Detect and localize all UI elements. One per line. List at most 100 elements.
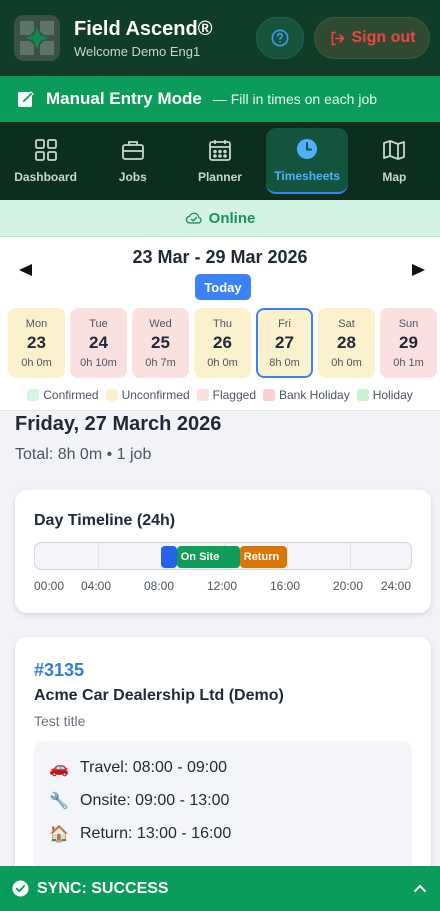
connection-status: Online xyxy=(0,200,440,237)
legend-label: Bank Holiday xyxy=(279,388,350,402)
nav-label: Planner xyxy=(197,170,242,184)
day-list: Mon 23 0h 0m Tue 24 0h 10m Wed 25 0h 7m … xyxy=(8,308,437,378)
day-timeline-card: Day Timeline (24h) On Site Return 00:00 04… xyxy=(15,490,431,613)
day-cell-thu[interactable]: Thu 26 0h 0m xyxy=(194,308,251,378)
nav-map[interactable]: Map xyxy=(353,128,435,194)
day-name: Sun xyxy=(398,317,419,330)
legend-item: Confirmed xyxy=(27,388,99,402)
day-cell-tue[interactable]: Tue 24 0h 10m xyxy=(70,308,127,378)
timeline-segment: On Site xyxy=(176,546,240,568)
day-name: Sat xyxy=(338,317,355,330)
week-range: 23 Mar - 29 Mar 2026 xyxy=(132,247,308,267)
day-cell-mon[interactable]: Mon 23 0h 0m xyxy=(8,308,65,378)
grid-icon xyxy=(34,139,57,161)
job-card[interactable]: #3135 Acme Car Dealership Ltd (Demo) Tes… xyxy=(15,637,431,897)
prev-week-button[interactable] xyxy=(18,263,33,282)
car-icon: 🚗 xyxy=(49,760,69,777)
travel-time-text: Travel: 08:00 - 09:00 xyxy=(80,759,228,776)
map-icon xyxy=(383,140,406,160)
day-date: 27 xyxy=(275,332,294,352)
sign-out-label: Sign out xyxy=(351,29,416,46)
cloud-check-icon xyxy=(185,212,202,224)
timeline-title: Day Timeline (24h) xyxy=(34,512,176,529)
legend-label: Unconfirmed xyxy=(121,388,190,402)
triangle-right-icon xyxy=(412,264,425,276)
day-date: 24 xyxy=(89,332,108,352)
legend-swatch xyxy=(105,389,118,401)
question-circle-icon xyxy=(271,29,289,47)
timeline-gridline xyxy=(287,543,288,569)
nav-planner[interactable]: Planner xyxy=(179,128,261,194)
timeline-track: On Site Return xyxy=(34,542,412,570)
day-hours: 0h 0m xyxy=(207,356,238,369)
wrench-icon: 🔧 xyxy=(49,793,69,810)
status-label: Online xyxy=(208,209,256,227)
nav-label: Jobs xyxy=(118,170,147,184)
nav-timesheets[interactable]: Timesheets xyxy=(266,128,349,194)
logout-icon xyxy=(331,31,344,45)
legend-label: Holiday xyxy=(372,388,413,402)
sign-out-button[interactable]: Sign out xyxy=(314,17,430,59)
legend-label: Flagged xyxy=(212,388,256,402)
day-cell-wed[interactable]: Wed 25 0h 7m xyxy=(132,308,189,378)
nav-label: Map xyxy=(382,170,407,184)
day-date: 25 xyxy=(151,332,170,352)
timeline-segment xyxy=(161,546,177,568)
briefcase-icon xyxy=(121,141,144,160)
onsite-time-text: Onsite: 09:00 - 13:00 xyxy=(80,792,230,809)
timeline-hour-label: 16:00 xyxy=(270,579,301,593)
nav-label: Timesheets xyxy=(274,169,341,183)
legend-swatch xyxy=(27,389,40,401)
next-week-button[interactable] xyxy=(411,263,426,282)
timeline-segment: Return xyxy=(239,546,287,568)
nav-jobs[interactable]: Jobs xyxy=(92,128,174,194)
manual-entry-banner: Manual Entry Mode — Fill in times on eac… xyxy=(0,76,440,122)
timeline-hour-label: 12:00 xyxy=(207,579,238,593)
day-hours: 0h 0m xyxy=(331,356,362,369)
check-circle-icon xyxy=(12,880,29,897)
timeline-hour-label: 24:00 xyxy=(381,579,412,593)
legend-label: Confirmed xyxy=(43,388,99,402)
app-header: Field Ascend® Welcome Demo Eng1 Sign out xyxy=(0,0,440,76)
triangle-left-icon xyxy=(19,264,32,276)
day-hours: 0h 7m xyxy=(145,356,176,369)
legend-swatch xyxy=(356,389,369,401)
day-name: Fri xyxy=(278,317,291,330)
legend-swatch xyxy=(196,389,209,401)
return-time-text: Return: 13:00 - 16:00 xyxy=(80,825,232,842)
house-icon: 🏠 xyxy=(49,826,69,843)
day-hours: 0h 0m xyxy=(21,356,52,369)
day-cell-sun[interactable]: Sun 29 0h 1m xyxy=(380,308,437,378)
chevron-up-icon[interactable] xyxy=(412,880,428,896)
day-name: Wed xyxy=(149,317,172,330)
day-hours: 8h 0m xyxy=(269,356,300,369)
week-selector: 23 Mar - 29 Mar 2026 Today Mon 23 0h 0m … xyxy=(0,237,440,411)
timeline-hour-label: 00:00 xyxy=(34,579,65,593)
legend-item: Bank Holiday xyxy=(263,388,350,402)
timeline-gridline xyxy=(350,543,351,569)
nav-dashboard[interactable]: Dashboard xyxy=(5,128,87,194)
day-date: 28 xyxy=(337,332,356,352)
day-heading: Friday, 27 March 2026 xyxy=(15,413,222,435)
job-title: Test title xyxy=(34,713,86,729)
main-nav: Dashboard Jobs Planner Timesheets Map xyxy=(0,122,440,200)
job-number-link[interactable]: #3135 xyxy=(34,660,84,681)
day-cell-sat[interactable]: Sat 28 0h 0m xyxy=(318,308,375,378)
nav-label: Dashboard xyxy=(14,170,77,184)
help-button[interactable] xyxy=(256,17,304,59)
legend-item: Flagged xyxy=(196,388,256,402)
clock-icon xyxy=(297,139,318,159)
day-name: Thu xyxy=(213,317,232,330)
travel-time-row: 🚗 Travel: 08:00 - 09:00 xyxy=(48,758,227,778)
legend-item: Unconfirmed xyxy=(105,388,190,402)
edit-note-icon xyxy=(18,91,34,107)
timeline-hour-label: 04:00 xyxy=(81,579,112,593)
day-cell-fri[interactable]: Fri 27 8h 0m xyxy=(256,308,313,378)
status-legend: Confirmed Unconfirmed Flagged Bank Holid… xyxy=(0,388,440,402)
job-client: Acme Car Dealership Ltd (Demo) xyxy=(34,687,284,704)
day-hours: 0h 10m xyxy=(80,356,117,369)
calendar-icon xyxy=(209,140,231,161)
sync-status-bar[interactable]: SYNC: SUCCESS xyxy=(0,866,440,911)
onsite-time-row: 🔧 Onsite: 09:00 - 13:00 xyxy=(48,791,229,811)
today-button[interactable]: Today xyxy=(195,274,251,300)
